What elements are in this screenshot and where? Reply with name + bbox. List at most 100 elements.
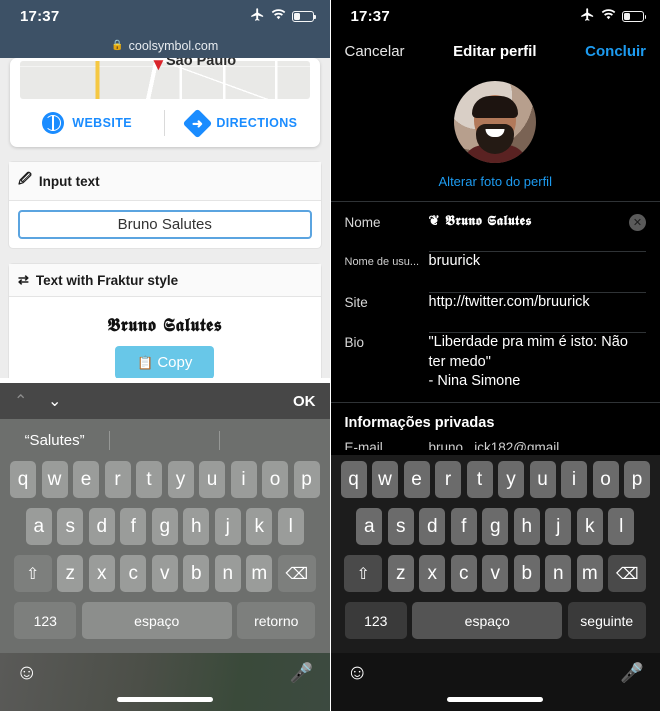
field-row-site[interactable]: Site http://twitter.com/bruurick — [331, 282, 660, 323]
microphone-icon[interactable]: 🎤 — [290, 661, 314, 685]
key-b[interactable]: b — [513, 555, 540, 592]
key-g[interactable]: g — [151, 508, 178, 545]
key-f[interactable]: f — [450, 508, 477, 545]
key-w[interactable]: w — [41, 461, 68, 498]
status-time: 17:37 — [350, 8, 390, 25]
field-row-bio[interactable]: Bio "Liberdade pra mim é isto: Não ter m… — [331, 322, 660, 402]
copy-button[interactable]: 📋 Copy — [115, 346, 215, 378]
input-card-title: Input text — [38, 173, 100, 189]
key-t[interactable]: t — [136, 461, 162, 498]
map-thumbnail[interactable]: ▼ São Paulo — [20, 58, 310, 99]
field-value[interactable]: "Liberdade pra mim é isto: Não ter medo"… — [429, 333, 647, 392]
field-row-username[interactable]: Nome de usu... bruurick — [331, 241, 660, 282]
website-button[interactable]: WEBSITE — [10, 112, 164, 134]
key-y[interactable]: y — [167, 461, 194, 498]
key-t[interactable]: t — [466, 461, 493, 498]
field-value[interactable]: http://twitter.com/bruurick — [429, 293, 647, 313]
key-q[interactable]: q — [340, 461, 367, 498]
close-icon[interactable]: ✕ — [629, 214, 646, 231]
microphone-icon[interactable]: 🎤 — [620, 661, 644, 685]
field-value[interactable]: ❦ 𝕭𝖗𝖚𝖓𝖔 𝕾𝖆𝖑𝖚𝖙𝖊𝖘 — [429, 212, 630, 230]
emoji-icon[interactable]: ☺ — [16, 661, 37, 685]
key-q[interactable]: q — [10, 461, 36, 498]
key-c[interactable]: c — [120, 555, 147, 592]
key-s[interactable]: s — [387, 508, 414, 545]
key-a[interactable]: a — [356, 508, 383, 545]
key-u[interactable]: u — [199, 461, 225, 498]
key-h[interactable]: h — [513, 508, 540, 545]
key-j[interactable]: j — [214, 508, 241, 545]
key-l[interactable]: l — [608, 508, 635, 545]
key-e[interactable]: e — [73, 461, 99, 498]
key-x[interactable]: x — [88, 555, 115, 592]
key-v[interactable]: v — [151, 555, 178, 592]
home-indicator[interactable] — [447, 697, 544, 702]
key-b[interactable]: b — [183, 555, 210, 592]
key-k[interactable]: k — [576, 508, 603, 545]
wifi-icon — [271, 8, 286, 26]
key-d[interactable]: d — [419, 508, 446, 545]
field-row-nome[interactable]: Nome ❦ 𝕭𝖗𝖚𝖓𝖔 𝕾𝖆𝖑𝖚𝖙𝖊𝖘 ✕ — [331, 202, 660, 241]
return-key[interactable]: retorno — [237, 602, 316, 639]
key-n[interactable]: n — [545, 555, 572, 592]
keyboard-row-3: ⇧ zxcvbnm ⌫ — [331, 555, 660, 592]
keyboard-ok-button[interactable]: OK — [293, 393, 316, 410]
key-r[interactable]: r — [104, 461, 131, 498]
space-key[interactable]: espaço — [412, 602, 563, 639]
key-l[interactable]: l — [277, 508, 304, 545]
key-z[interactable]: z — [57, 555, 84, 592]
key-z[interactable]: z — [387, 555, 414, 592]
chevron-up-icon[interactable]: ⌃ — [14, 391, 48, 411]
search-input[interactable] — [18, 210, 312, 239]
space-key[interactable]: espaço — [81, 602, 232, 639]
key-j[interactable]: j — [545, 508, 572, 545]
key-c[interactable]: c — [450, 555, 477, 592]
directions-button[interactable]: ➜ DIRECTIONS — [165, 108, 319, 138]
numbers-key[interactable]: 123 — [14, 602, 77, 639]
key-o[interactable]: o — [262, 461, 288, 498]
cancel-button[interactable]: Cancelar — [345, 43, 405, 60]
backspace-key[interactable]: ⌫ — [608, 555, 647, 592]
browser-url-bar[interactable]: 🔒 coolsymbol.com — [0, 33, 330, 58]
key-s[interactable]: s — [57, 508, 84, 545]
map-card: ▼ São Paulo WEBSITE ➜ DIRECTIONS — [10, 58, 320, 147]
change-photo-link[interactable]: Alterar foto do perfil — [331, 163, 660, 201]
key-h[interactable]: h — [183, 508, 210, 545]
field-row-email-clipped[interactable]: E-mail bruno...ick182@gmail... — [331, 440, 660, 450]
key-a[interactable]: a — [25, 508, 52, 545]
globe-icon — [42, 112, 65, 134]
emoji-icon[interactable]: ☺ — [347, 661, 368, 685]
key-p[interactable]: p — [624, 461, 650, 498]
key-k[interactable]: k — [246, 508, 273, 545]
key-p[interactable]: p — [293, 461, 320, 498]
field-value[interactable]: bruurick — [429, 252, 647, 272]
key-r[interactable]: r — [435, 461, 461, 498]
numbers-key[interactable]: 123 — [344, 602, 407, 639]
key-g[interactable]: g — [482, 508, 509, 545]
avatar[interactable] — [454, 81, 537, 163]
key-e[interactable]: e — [403, 461, 430, 498]
chevron-down-icon[interactable]: ⌄ — [48, 391, 82, 411]
key-v[interactable]: v — [482, 555, 509, 592]
done-button[interactable]: Concluir — [585, 43, 646, 60]
key-o[interactable]: o — [592, 461, 619, 498]
key-x[interactable]: x — [419, 555, 446, 592]
key-n[interactable]: n — [214, 555, 241, 592]
key-i[interactable]: i — [561, 461, 587, 498]
key-f[interactable]: f — [120, 508, 147, 545]
return-key[interactable]: seguinte — [567, 602, 646, 639]
key-m[interactable]: m — [576, 555, 603, 592]
key-u[interactable]: u — [529, 461, 556, 498]
key-y[interactable]: y — [498, 461, 524, 498]
key-i[interactable]: i — [230, 461, 257, 498]
suggestion-1[interactable]: “Salutes” — [0, 432, 109, 449]
keyboard-accessory-toolbar: ⌃ ⌄ OK — [0, 383, 330, 419]
backspace-key[interactable]: ⌫ — [277, 555, 316, 592]
shift-key[interactable]: ⇧ — [344, 555, 383, 592]
key-w[interactable]: w — [372, 461, 398, 498]
right-phone-screen: 17:37 Cancelar Editar perfil Concluir Al… — [330, 0, 660, 711]
key-m[interactable]: m — [246, 555, 273, 592]
shift-key[interactable]: ⇧ — [13, 555, 52, 592]
home-indicator[interactable] — [116, 697, 213, 702]
key-d[interactable]: d — [88, 508, 115, 545]
